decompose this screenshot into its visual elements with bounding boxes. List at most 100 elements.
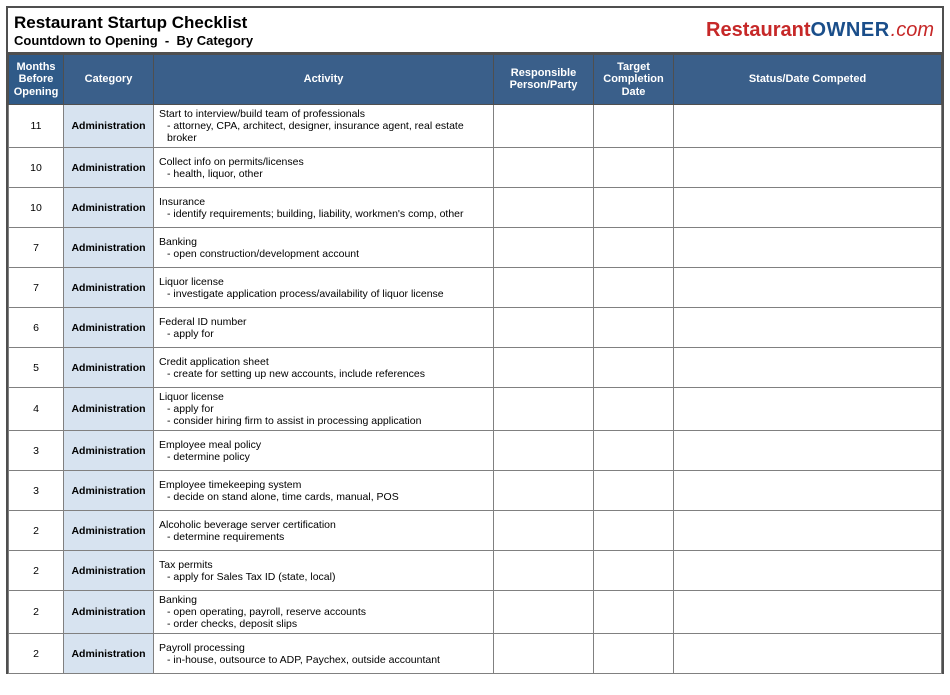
cell-target-date bbox=[594, 348, 674, 388]
cell-status bbox=[674, 471, 942, 511]
logo-part-3: .com bbox=[891, 19, 934, 41]
cell-status bbox=[674, 105, 942, 148]
title-block: Restaurant Startup Checklist Countdown t… bbox=[14, 12, 253, 50]
activity-title: Start to interview/build team of profess… bbox=[159, 108, 488, 120]
activity-detail: - investigate application process/availa… bbox=[159, 288, 488, 300]
activity-detail: - identify requirements; building, liabi… bbox=[159, 208, 488, 220]
activity-title: Employee meal policy bbox=[159, 439, 488, 451]
activity-detail: - determine requirements bbox=[159, 531, 488, 543]
cell-category: Administration bbox=[64, 268, 154, 308]
activity-title: Credit application sheet bbox=[159, 356, 488, 368]
activity-title: Tax permits bbox=[159, 559, 488, 571]
checklist-table: Months Before Opening Category Activity … bbox=[8, 54, 942, 675]
cell-activity: Collect info on permits/licenses- health… bbox=[154, 148, 494, 188]
cell-target-date bbox=[594, 551, 674, 591]
cell-activity: Employee timekeeping system- decide on s… bbox=[154, 471, 494, 511]
cell-responsible bbox=[494, 388, 594, 431]
cell-status bbox=[674, 148, 942, 188]
table-row: 2AdministrationPayroll processing- in-ho… bbox=[9, 634, 942, 674]
brand-logo: RestaurantOWNER.com bbox=[706, 19, 934, 42]
cell-status bbox=[674, 511, 942, 551]
cell-responsible bbox=[494, 105, 594, 148]
col-header-responsible: Responsible Person/Party bbox=[494, 54, 594, 105]
activity-title: Liquor license bbox=[159, 391, 488, 403]
logo-part-2: OWNER bbox=[810, 19, 889, 41]
cell-responsible bbox=[494, 551, 594, 591]
cell-activity: Insurance- identify requirements; buildi… bbox=[154, 188, 494, 228]
cell-months: 10 bbox=[9, 188, 64, 228]
cell-status bbox=[674, 228, 942, 268]
cell-target-date bbox=[594, 268, 674, 308]
cell-months: 3 bbox=[9, 471, 64, 511]
col-header-activity: Activity bbox=[154, 54, 494, 105]
activity-title: Collect info on permits/licenses bbox=[159, 156, 488, 168]
cell-category: Administration bbox=[64, 634, 154, 674]
page-subtitle: Countdown to Opening - By Category bbox=[14, 33, 253, 49]
cell-target-date bbox=[594, 591, 674, 634]
cell-status bbox=[674, 591, 942, 634]
cell-months: 2 bbox=[9, 634, 64, 674]
cell-target-date bbox=[594, 148, 674, 188]
cell-activity: Banking- open operating, payroll, reserv… bbox=[154, 591, 494, 634]
cell-category: Administration bbox=[64, 308, 154, 348]
cell-target-date bbox=[594, 511, 674, 551]
cell-category: Administration bbox=[64, 105, 154, 148]
cell-responsible bbox=[494, 634, 594, 674]
cell-responsible bbox=[494, 308, 594, 348]
cell-responsible bbox=[494, 591, 594, 634]
cell-months: 11 bbox=[9, 105, 64, 148]
table-header: Months Before Opening Category Activity … bbox=[9, 54, 942, 105]
table-row: 4AdministrationLiquor license- apply for… bbox=[9, 388, 942, 431]
cell-responsible bbox=[494, 511, 594, 551]
cell-target-date bbox=[594, 388, 674, 431]
cell-category: Administration bbox=[64, 431, 154, 471]
cell-months: 3 bbox=[9, 431, 64, 471]
cell-activity: Employee meal policy- determine policy bbox=[154, 431, 494, 471]
cell-responsible bbox=[494, 188, 594, 228]
cell-category: Administration bbox=[64, 188, 154, 228]
activity-title: Alcoholic beverage server certification bbox=[159, 519, 488, 531]
activity-title: Insurance bbox=[159, 196, 488, 208]
table-body: 11AdministrationStart to interview/build… bbox=[9, 105, 942, 674]
subtitle-right: By Category bbox=[177, 33, 254, 48]
cell-target-date bbox=[594, 471, 674, 511]
activity-detail: - health, liquor, other bbox=[159, 168, 488, 180]
activity-detail: - in-house, outsource to ADP, Paychex, o… bbox=[159, 654, 488, 666]
cell-category: Administration bbox=[64, 511, 154, 551]
cell-status bbox=[674, 348, 942, 388]
col-header-status: Status/Date Competed bbox=[674, 54, 942, 105]
cell-months: 4 bbox=[9, 388, 64, 431]
cell-category: Administration bbox=[64, 148, 154, 188]
cell-target-date bbox=[594, 228, 674, 268]
cell-category: Administration bbox=[64, 551, 154, 591]
table-row: 3AdministrationEmployee timekeeping syst… bbox=[9, 471, 942, 511]
cell-target-date bbox=[594, 431, 674, 471]
activity-detail: - attorney, CPA, architect, designer, in… bbox=[159, 120, 488, 144]
activity-detail: - apply for bbox=[159, 328, 488, 340]
cell-status bbox=[674, 388, 942, 431]
table-row: 7AdministrationLiquor license- investiga… bbox=[9, 268, 942, 308]
cell-status bbox=[674, 551, 942, 591]
activity-detail: - open construction/development account bbox=[159, 248, 488, 260]
cell-activity: Credit application sheet- create for set… bbox=[154, 348, 494, 388]
activity-title: Banking bbox=[159, 594, 488, 606]
cell-months: 10 bbox=[9, 148, 64, 188]
document-page: Restaurant Startup Checklist Countdown t… bbox=[6, 6, 944, 674]
activity-title: Payroll processing bbox=[159, 642, 488, 654]
table-row: 2AdministrationTax permits- apply for Sa… bbox=[9, 551, 942, 591]
cell-months: 2 bbox=[9, 511, 64, 551]
header-bar: Restaurant Startup Checklist Countdown t… bbox=[8, 8, 942, 54]
cell-months: 7 bbox=[9, 268, 64, 308]
cell-activity: Alcoholic beverage server certification-… bbox=[154, 511, 494, 551]
table-row: 7AdministrationBanking- open constructio… bbox=[9, 228, 942, 268]
activity-detail: - determine policy bbox=[159, 451, 488, 463]
cell-months: 2 bbox=[9, 591, 64, 634]
logo-part-1: Restaurant bbox=[706, 19, 810, 41]
cell-activity: Payroll processing- in-house, outsource … bbox=[154, 634, 494, 674]
cell-activity: Federal ID number- apply for bbox=[154, 308, 494, 348]
cell-responsible bbox=[494, 268, 594, 308]
cell-responsible bbox=[494, 348, 594, 388]
cell-responsible bbox=[494, 228, 594, 268]
activity-title: Banking bbox=[159, 236, 488, 248]
cell-category: Administration bbox=[64, 228, 154, 268]
